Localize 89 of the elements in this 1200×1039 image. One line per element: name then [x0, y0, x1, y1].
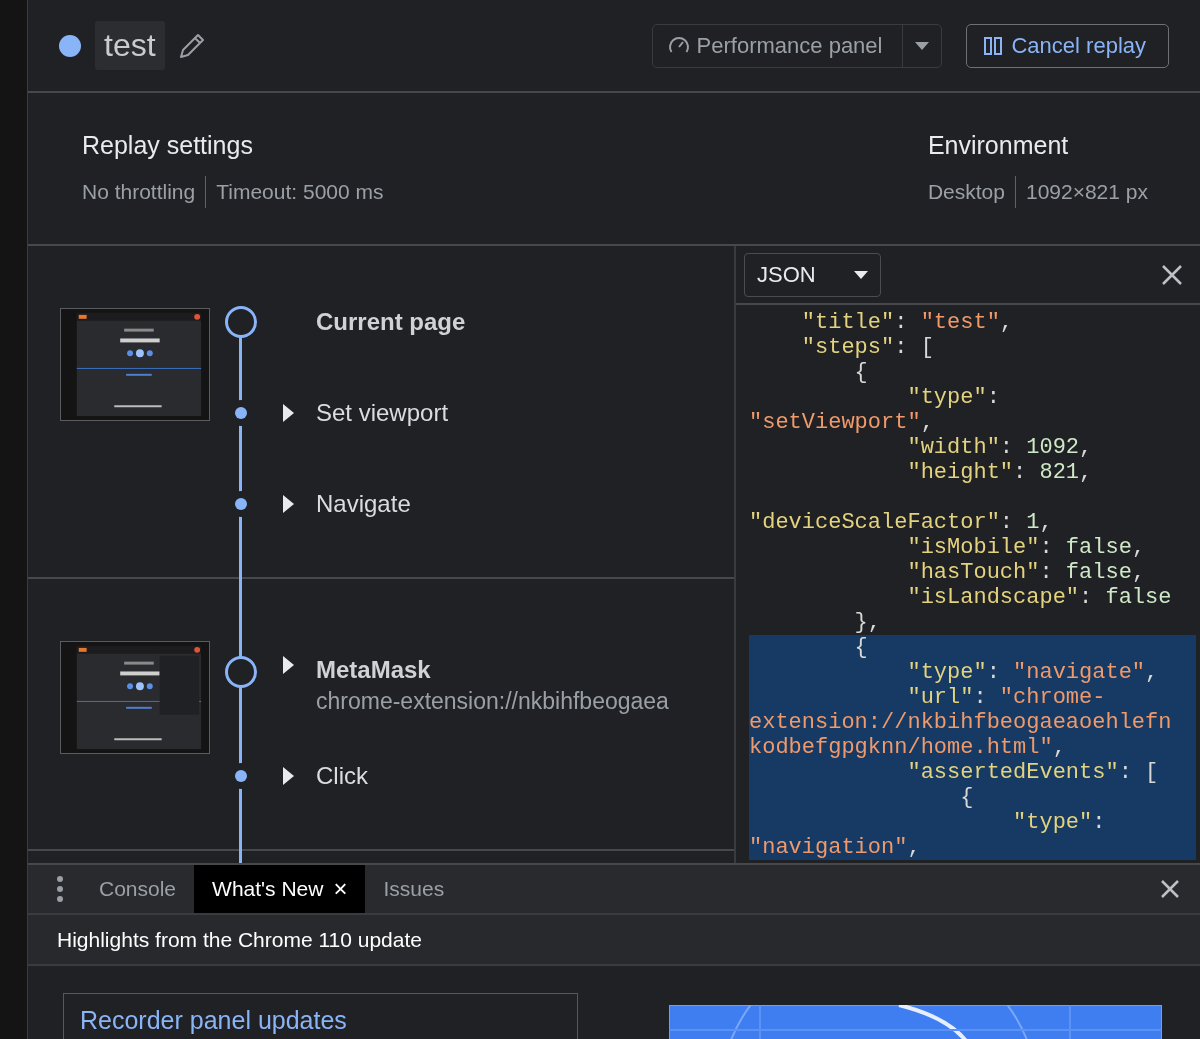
code-token: }, — [853, 610, 882, 635]
code-token: : — [999, 435, 1015, 460]
code-token: , — [999, 310, 1014, 335]
code-token: "url" — [906, 685, 974, 710]
code-token: : — [1092, 810, 1106, 835]
code-token: : — [1013, 460, 1028, 485]
code-token: : [ — [1118, 760, 1159, 785]
timeline-node — [225, 305, 257, 338]
expand-arrow-icon[interactable] — [283, 494, 294, 513]
code-token: extension://nkbihfbeogaeaoehlefn — [749, 710, 1172, 735]
format-dropdown[interactable]: JSON — [744, 252, 881, 297]
close-icon[interactable] — [1161, 263, 1183, 286]
code-token: "navigate" — [1013, 660, 1146, 685]
code-token: false — [1065, 560, 1132, 585]
recording-title[interactable]: test — [95, 21, 165, 70]
code-token: , — [1052, 735, 1066, 760]
code-token: "chrome- — [999, 685, 1106, 710]
section-heading: Replay settings — [82, 131, 254, 160]
code-token: , — [1131, 560, 1146, 585]
setting-value: No throttling — [82, 179, 196, 205]
code-token: , — [1079, 435, 1093, 460]
tab-close[interactable]: × — [333, 875, 348, 903]
code-token: , — [1079, 460, 1093, 485]
code-token: "isLandscape" — [906, 585, 1080, 610]
code-token: "type" — [906, 660, 987, 685]
code-token: false — [1065, 535, 1132, 560]
code-token: 821 — [1039, 460, 1080, 485]
code-token: "navigation" — [749, 835, 908, 860]
step-label[interactable]: Navigate — [316, 489, 411, 518]
code-token: "assertedEvents" — [906, 760, 1119, 785]
drawer-tab[interactable]: Issues — [365, 865, 463, 913]
code-token: "height" — [906, 460, 1014, 485]
step-label[interactable]: Set viewport — [316, 398, 449, 427]
code-token: "deviceScaleFactor" — [749, 510, 1000, 535]
step-label[interactable]: Click — [316, 761, 368, 790]
step-label[interactable]: MetaMask — [316, 656, 669, 684]
code-token: 1 — [1026, 510, 1040, 535]
cancel-replay-button[interactable]: Cancel replay — [966, 23, 1169, 68]
headline: Highlights from the Chrome 110 update — [28, 915, 1200, 966]
code-token: : — [1039, 560, 1054, 585]
code-token: , — [1145, 660, 1159, 685]
code-token: kodbefgpgknn/home.html" — [749, 735, 1053, 760]
code-token: "hasTouch" — [906, 560, 1040, 585]
code-token: { — [853, 360, 868, 385]
code-token: "type" — [906, 385, 987, 410]
caret-icon — [915, 41, 930, 50]
code-token: : — [973, 685, 988, 710]
code-token: : — [999, 510, 1015, 535]
code-token: "setViewport" — [749, 410, 921, 435]
pause-icon — [983, 35, 1004, 56]
code-token: { — [959, 785, 974, 810]
code-token: , — [1039, 510, 1053, 535]
performance-panel-button[interactable]: Performance panel — [652, 24, 904, 67]
code-token: : — [1079, 585, 1094, 610]
timeline-node — [225, 656, 257, 688]
code-token: "test" — [920, 310, 1000, 335]
code-token: "type" — [1012, 810, 1093, 835]
status-dot — [59, 34, 81, 57]
caret-icon — [853, 270, 868, 279]
drawer-tab[interactable]: What's New × — [194, 865, 366, 913]
code-token: , — [907, 835, 921, 860]
setting-value: 1092×821 px — [1014, 176, 1148, 208]
code-token: { — [853, 635, 868, 660]
section-heading: Environment — [927, 131, 1070, 160]
more-icon[interactable] — [57, 876, 63, 902]
code-token: 1092 — [1026, 435, 1080, 460]
step-label[interactable]: Current page — [316, 307, 466, 336]
code-token: : — [986, 660, 1001, 685]
card-title[interactable]: Recorder panel updates — [80, 1006, 347, 1034]
code-token: : [ — [894, 335, 934, 360]
code-token: "isMobile" — [906, 535, 1040, 560]
code-token: , — [1131, 535, 1146, 560]
expand-arrow-icon[interactable] — [283, 403, 294, 422]
step-url: chrome-extension://nkbihfbeogaea — [316, 688, 669, 715]
expand-arrow-icon[interactable] — [283, 656, 294, 674]
code-token: : — [894, 310, 909, 335]
code-token: "width" — [906, 435, 1000, 460]
setting-value: Timeout: 5000 ms — [205, 176, 384, 208]
code-token: "steps" — [800, 335, 895, 360]
expand-arrow-icon[interactable] — [283, 766, 294, 785]
setting-value: Desktop — [927, 179, 1005, 205]
close-icon[interactable] — [1160, 879, 1180, 899]
code-token: "title" — [800, 310, 895, 335]
code-token: : — [1039, 535, 1054, 560]
code-token: , — [920, 410, 934, 435]
code-token: : — [986, 385, 1000, 410]
news-card[interactable]: Recorder panel updates — [63, 993, 578, 1039]
drawer-tab[interactable]: Console — [81, 865, 195, 913]
code-token: false — [1105, 585, 1172, 610]
